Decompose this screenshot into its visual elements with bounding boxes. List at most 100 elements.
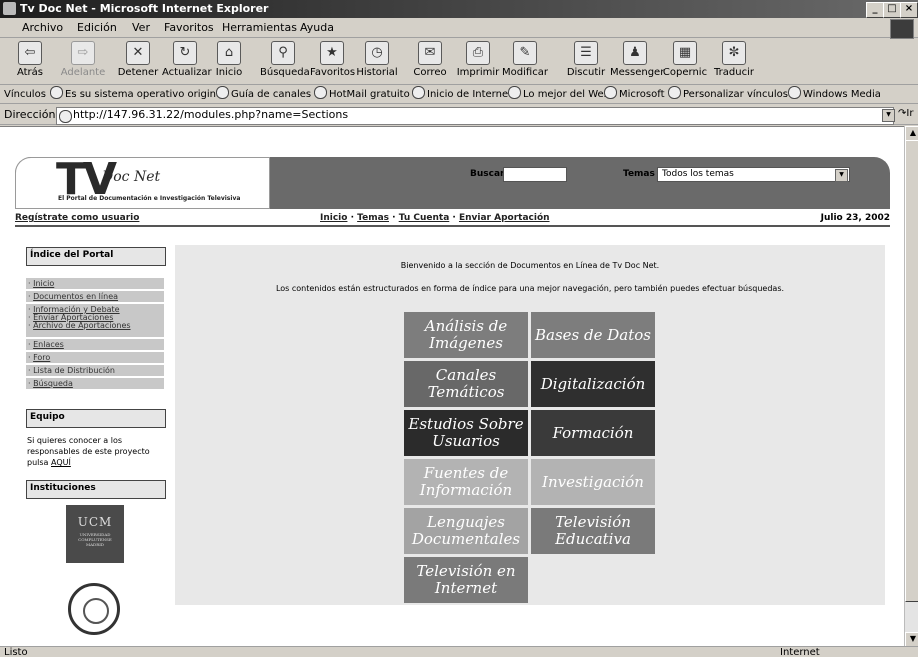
edit-label: Modificar	[502, 67, 548, 78]
copernic-button[interactable]: ▦ Copernic	[662, 41, 708, 83]
nav-enviar-aportacion[interactable]: Enviar Aportación	[459, 213, 550, 223]
welcome-text: Bienvenido a la sección de Documentos en…	[400, 261, 660, 270]
scroll-thumb[interactable]	[905, 140, 918, 602]
link-item[interactable]: HotMail gratuito	[314, 86, 410, 103]
search-input[interactable]	[503, 167, 567, 182]
team-here-link[interactable]: AQUÍ	[51, 458, 71, 467]
tile-lenguajes-documentales[interactable]: Lenguajes Documentales	[404, 508, 528, 554]
link-text: Microsoft	[619, 89, 665, 100]
forward-button[interactable]: ⇨ Adelante	[60, 41, 106, 83]
home-icon: ⌂	[217, 41, 241, 65]
link-item[interactable]: Guía de canales	[216, 86, 311, 103]
copernic-label: Copernic	[662, 67, 708, 78]
ie-page-icon	[412, 86, 425, 99]
home-button[interactable]: ⌂ Inicio	[212, 41, 246, 83]
menu-edicion[interactable]: Edición	[77, 21, 117, 34]
url-dropdown-button[interactable]: ▼	[882, 109, 895, 122]
tile-analisis-imagenes[interactable]: Análisis de Imágenes	[404, 312, 528, 358]
history-icon: ◷	[365, 41, 389, 65]
sidebar-item-documentos[interactable]: · Documentos en línea	[26, 291, 164, 302]
sidebar-item-label: Enlaces	[33, 340, 64, 349]
translate-button[interactable]: ✼ Traducir	[712, 41, 756, 83]
vertical-scrollbar[interactable]: ▲ ▼	[904, 126, 918, 648]
register-link[interactable]: Regístrate como usuario	[15, 213, 139, 223]
history-button[interactable]: ◷ Historial	[356, 41, 398, 83]
current-date: Julio 23, 2002	[820, 213, 890, 223]
content-panel	[175, 245, 885, 605]
stop-button[interactable]: ✕ Detener	[116, 41, 160, 83]
team-description: Si quieres conocer a los responsables de…	[27, 436, 150, 467]
back-label: Atrás	[16, 67, 44, 78]
menu-bar: Archivo Edición Ver Favoritos Herramient…	[0, 18, 918, 39]
link-item[interactable]: Personalizar vínculos	[668, 86, 788, 103]
menu-archivo[interactable]: Archivo	[22, 21, 63, 34]
link-item[interactable]: Lo mejor del Web	[508, 86, 610, 103]
search-icon: ⚲	[271, 41, 295, 65]
link-item[interactable]: Es su sistema operativo original	[50, 86, 225, 103]
menu-ayuda[interactable]: Ayuda	[300, 21, 334, 34]
tile-television-internet[interactable]: Televisión en Internet	[404, 557, 528, 603]
sidebar-item-enlaces[interactable]: · Enlaces	[26, 339, 164, 350]
topics-selected-value: Todos los temas	[662, 169, 734, 179]
nav-temas[interactable]: Temas	[357, 213, 389, 223]
refresh-icon: ↻	[173, 41, 197, 65]
team-heading: Equipo	[26, 409, 166, 428]
nav-inicio[interactable]: Inicio	[320, 213, 347, 223]
url-input[interactable]: http://147.96.31.22/modules.php?name=Sec…	[56, 107, 894, 125]
menu-favoritos[interactable]: Favoritos	[164, 21, 214, 34]
ie-page-icon	[604, 86, 617, 99]
tile-fuentes-informacion[interactable]: Fuentes de Información	[404, 459, 528, 505]
institution-seal-icon[interactable]	[68, 583, 120, 635]
ie-page-icon	[508, 86, 521, 99]
discuss-label: Discutir	[566, 67, 606, 78]
top-nav-row: Regístrate como usuario Inicio · Temas ·…	[15, 211, 890, 225]
topics-select[interactable]: Todos los temas ▼	[657, 167, 850, 182]
sidebar-item-lista[interactable]: · Lista de Distribución	[26, 365, 164, 376]
messenger-button[interactable]: ♟ Messenger	[610, 41, 664, 83]
go-button[interactable]: ↷Ir	[898, 108, 913, 119]
sidebar-item-archivo[interactable]: · Archivo de Aportaciones	[28, 322, 164, 330]
messenger-icon: ♟	[623, 41, 647, 65]
tile-estudios-usuarios[interactable]: Estudios Sobre Usuarios	[404, 410, 528, 456]
logo-docnet: Doc Net	[102, 169, 161, 185]
discuss-icon: ☰	[574, 41, 598, 65]
refresh-button[interactable]: ↻ Actualizar	[162, 41, 212, 83]
menu-herramientas[interactable]: Herramientas	[222, 21, 297, 34]
translate-label: Traducir	[714, 67, 754, 78]
link-item[interactable]: Microsoft	[604, 86, 665, 103]
print-button[interactable]: ⎙ Imprimir	[456, 41, 500, 83]
favorites-button[interactable]: ★ Favoritos	[310, 41, 356, 83]
print-icon: ⎙	[466, 41, 490, 65]
tile-television-educativa[interactable]: Televisión Educativa	[531, 508, 655, 554]
edit-button[interactable]: ✎ Modificar	[502, 41, 548, 83]
tile-investigacion[interactable]: Investigación	[531, 459, 655, 505]
window-title-bar[interactable]: Tv Doc Net - Microsoft Internet Explorer…	[0, 0, 918, 18]
tile-digitalizacion[interactable]: Digitalización	[531, 361, 655, 407]
search-button[interactable]: ⚲ Búsqueda	[260, 41, 310, 83]
maximize-button[interactable]: □	[883, 2, 901, 18]
menu-ver[interactable]: Ver	[132, 21, 150, 34]
copernic-icon: ▦	[673, 41, 697, 65]
back-button[interactable]: ⇦ Atrás	[12, 41, 48, 83]
history-label: Historial	[356, 67, 398, 78]
sidebar-item-busqueda[interactable]: · Búsqueda	[26, 378, 164, 389]
sidebar-item-foro[interactable]: · Foro	[26, 352, 164, 363]
minimize-button[interactable]: _	[866, 2, 884, 18]
sidebar-item-label: Lista de Distribución	[33, 366, 115, 375]
team-text: Si quieres conocer a los responsables de…	[27, 435, 167, 468]
site-logo[interactable]: TV Doc Net El Portal de Documentación e …	[15, 154, 270, 209]
nav-tu-cuenta[interactable]: Tu Cuenta	[399, 213, 450, 223]
favorites-label: Favoritos	[310, 67, 356, 78]
sidebar-item-inicio[interactable]: · Inicio	[26, 278, 164, 289]
tile-bases-datos[interactable]: Bases de Datos	[531, 312, 655, 358]
close-button[interactable]: ×	[900, 2, 918, 18]
refresh-label: Actualizar	[162, 67, 212, 78]
discuss-button[interactable]: ☰ Discutir	[564, 41, 608, 83]
link-item[interactable]: Windows Media	[788, 86, 881, 103]
tile-canales-tematicos[interactable]: Canales Temáticos	[404, 361, 528, 407]
mail-button[interactable]: ✉ Correo	[412, 41, 448, 83]
link-item[interactable]: Inicio de Internet	[412, 86, 512, 103]
mail-label: Correo	[413, 67, 447, 78]
tile-formacion[interactable]: Formación	[531, 410, 655, 456]
ucm-logo[interactable]: UCM UNIVERSIDAD COMPLUTENSE MADRID	[66, 505, 124, 563]
